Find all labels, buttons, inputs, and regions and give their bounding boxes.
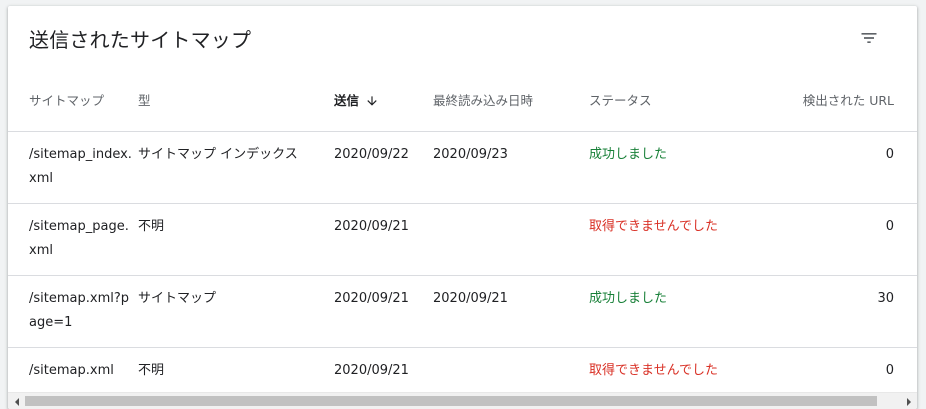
cell-type: サイトマップ インデックス [138,131,334,204]
cell-sitemap: /sitemap.xml?page=1 [8,275,138,348]
cell-submitted: 2020/09/21 [334,275,433,348]
sitemaps-card: 送信されたサイトマップ サイトマップ 型 送信 最終読み込み日時 ステータス 検… [8,6,917,409]
arrow-downward-icon [367,96,377,106]
cell-last-read: 2020/09/23 [433,131,589,204]
cell-type: 不明 [138,362,165,378]
table-row[interactable]: /sitemap_index.xml サイトマップ インデックス 2020/09… [8,131,917,204]
cell-status: 取得できませんでした [589,362,718,378]
filter-list-icon [861,33,877,43]
cell-last-read [433,347,589,393]
cell-type: サイトマップ [138,275,334,348]
header-last-read[interactable]: 最終読み込み日時 [433,68,589,132]
header-submitted-label: 送信 [334,92,360,108]
table-header-row: サイトマップ 型 送信 最終読み込み日時 ステータス 検出された URL [8,68,917,132]
cell-sitemap: /sitemap_page.xml [8,203,138,276]
cell-discovered: 30 [779,275,917,348]
table-row[interactable]: /sitemap_page.xml 不明 2020/09/21 取得できませんで… [8,203,917,276]
scroll-right-button[interactable] [900,393,917,409]
header-type[interactable]: 型 [138,68,334,132]
scrollbar-thumb[interactable] [25,396,877,406]
cell-status: 成功しました [589,275,779,348]
cell-discovered: 0 [885,362,894,378]
cell-status: 取得できませんでした [589,203,779,276]
scroll-left-button[interactable] [8,393,25,409]
cell-submitted: 2020/09/21 [334,362,409,378]
card-title: 送信されたサイトマップ [29,28,252,52]
cell-status: 成功しました [589,131,779,204]
table-row[interactable]: /sitemap.xml 不明 2020/09/21 取得できませんでした 0 [8,347,917,393]
cell-last-read: 2020/09/21 [433,275,589,348]
caret-right-icon [906,397,911,406]
header-sitemap[interactable]: サイトマップ [8,68,138,132]
cell-sitemap: /sitemap_index.xml [8,131,138,204]
caret-left-icon [14,397,19,406]
header-discovered-urls[interactable]: 検出された URL [779,68,917,132]
table-row[interactable]: /sitemap.xml?page=1 サイトマップ 2020/09/21 20… [8,275,917,348]
cell-submitted: 2020/09/22 [334,131,433,204]
horizontal-scrollbar[interactable] [8,392,917,409]
header-status[interactable]: ステータス [589,68,779,132]
cell-sitemap: /sitemap.xml [29,362,114,378]
cell-type: 不明 [138,203,334,276]
cell-submitted: 2020/09/21 [334,203,433,276]
header-submitted[interactable]: 送信 [334,68,433,132]
cell-discovered: 0 [779,131,917,204]
sitemaps-table: サイトマップ 型 送信 最終読み込み日時 ステータス 検出された URL /si… [8,68,917,393]
cell-discovered: 0 [779,203,917,276]
cell-last-read [433,203,589,276]
filter-button[interactable] [855,24,883,52]
